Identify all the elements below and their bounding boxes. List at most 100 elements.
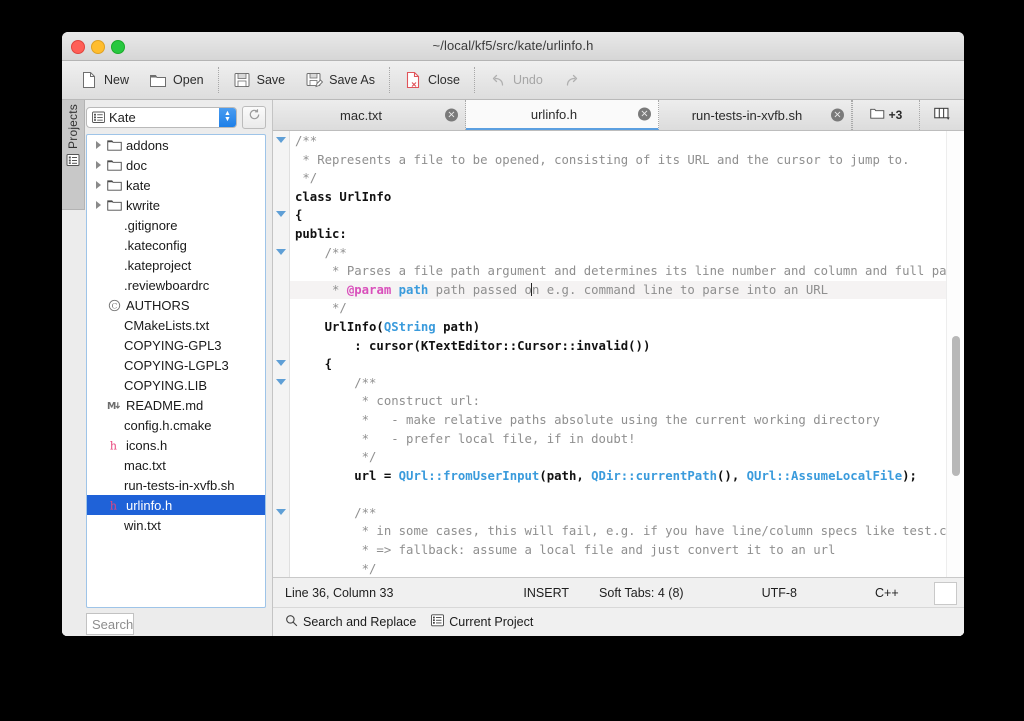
tree-item--reviewboardrc[interactable]: .reviewboardrc	[87, 275, 265, 295]
code-line[interactable]: * => fallback: assume a local file and j…	[290, 541, 964, 560]
code-line[interactable]: */	[290, 560, 964, 577]
close-icon[interactable]: ×	[638, 107, 651, 121]
split-view-button[interactable]	[919, 100, 964, 130]
document-tab-urlinfo-h[interactable]: urlinfo.h ×	[466, 100, 659, 130]
fold-marker-icon[interactable]	[276, 211, 286, 218]
encoding[interactable]: UTF-8	[762, 586, 797, 600]
tree-item-cmakelists-txt[interactable]: CMakeLists.txt	[87, 315, 265, 335]
new-button[interactable]: New	[70, 65, 139, 95]
tree-item-label: AUTHORS	[126, 297, 190, 313]
code-line[interactable]: class UrlInfo	[290, 188, 964, 207]
code-line[interactable]: : cursor(KTextEditor::Cursor::invalid())	[290, 337, 964, 356]
tree-item-kwrite[interactable]: kwrite	[87, 195, 265, 215]
save-as-button[interactable]: Save As	[295, 65, 385, 95]
svg-text:C: C	[112, 301, 118, 310]
code-line[interactable]: */	[290, 448, 964, 467]
fold-marker-icon[interactable]	[276, 137, 286, 143]
tab-overflow-button[interactable]: +3	[852, 100, 919, 130]
tree-item-config-h-cmake[interactable]: config.h.cmake	[87, 415, 265, 435]
code-line[interactable]: * construct url:	[290, 392, 964, 411]
code-line[interactable]: */	[290, 299, 964, 318]
fold-marker-icon[interactable]	[276, 378, 286, 385]
tree-item-urlinfo-h[interactable]: h urlinfo.h	[87, 495, 265, 515]
language-mode[interactable]: C++	[875, 586, 899, 600]
expand-arrow-icon[interactable]	[91, 201, 105, 209]
save-button[interactable]: Save	[223, 65, 296, 95]
code-line[interactable]: * - make relative paths absolute using t…	[290, 411, 964, 430]
kate-window: ~/local/kf5/src/kate/urlinfo.h New Open	[62, 32, 964, 636]
code-text[interactable]: /** * Represents a file to be opened, co…	[290, 131, 964, 577]
vertical-scrollbar[interactable]	[952, 131, 960, 577]
tree-item-run-tests-in-xvfb-sh[interactable]: run-tests-in-xvfb.sh	[87, 475, 265, 495]
current-project-button[interactable]: Current Project	[431, 614, 533, 630]
document-tab-mac-txt[interactable]: mac.txt ×	[273, 100, 466, 130]
code-line[interactable]: * Parses a file path argument and determ…	[290, 262, 964, 281]
sidebar-tab-projects[interactable]: Projects	[62, 100, 85, 210]
search-input[interactable]: Search	[86, 613, 135, 635]
code-line[interactable]: {	[290, 206, 964, 225]
chevron-updown-icon[interactable]: ▲ ▼	[219, 107, 236, 127]
tree-item-label: COPYING.LIB	[124, 377, 208, 393]
document-tab-run-tests-in-xvfb-sh[interactable]: run-tests-in-xvfb.sh ×	[659, 100, 852, 130]
tree-item-doc[interactable]: doc	[87, 155, 265, 175]
expand-arrow-icon[interactable]	[91, 181, 105, 189]
reload-project-button[interactable]	[242, 105, 266, 129]
svg-text:h: h	[110, 439, 117, 451]
tree-item-authors[interactable]: C AUTHORS	[87, 295, 265, 315]
tree-item--kateconfig[interactable]: .kateconfig	[87, 235, 265, 255]
close-icon[interactable]: ×	[831, 108, 844, 122]
code-line[interactable]: /**	[290, 244, 964, 263]
code-token: (path,	[539, 468, 592, 483]
status-resize-handle[interactable]	[934, 582, 957, 605]
close-button[interactable]: Close	[394, 65, 470, 95]
redo-button[interactable]	[553, 65, 597, 95]
scrollbar-thumb[interactable]	[952, 336, 960, 476]
editor-area: mac.txt × urlinfo.h × run-tests-in-xvfb.sh × +…	[272, 100, 964, 636]
project-file-tree[interactable]: addons doc kate kwrite .gitignore .kateconfig…	[86, 134, 266, 608]
tree-item--kateproject[interactable]: .kateproject	[87, 255, 265, 275]
cursor-position[interactable]: Line 36, Column 33	[285, 586, 393, 600]
undo-button[interactable]: Undo	[479, 65, 553, 95]
code-view[interactable]: /** * Represents a file to be opened, co…	[273, 131, 964, 577]
project-select[interactable]: Kate ▲ ▼	[86, 106, 237, 128]
search-and-replace-button[interactable]: Search and Replace	[285, 614, 416, 630]
code-line[interactable]: /**	[290, 504, 964, 523]
tree-item-icons-h[interactable]: h icons.h	[87, 435, 265, 455]
code-line[interactable]: * @param path path passed on e.g. comman…	[290, 280, 964, 300]
tree-item-mac-txt[interactable]: mac.txt	[87, 455, 265, 475]
fold-marker-icon[interactable]	[276, 248, 286, 255]
insert-mode[interactable]: INSERT	[523, 586, 569, 600]
close-icon[interactable]: ×	[445, 108, 458, 122]
fold-margin[interactable]	[273, 131, 290, 577]
code-line[interactable]: * Represents a file to be opened, consis…	[290, 151, 964, 170]
open-button[interactable]: Open	[139, 65, 214, 95]
fold-marker-icon[interactable]	[276, 360, 286, 367]
code-line[interactable]: public:	[290, 225, 964, 244]
tree-item-copying-lgpl3[interactable]: COPYING-LGPL3	[87, 355, 265, 375]
code-line[interactable]: url = QUrl::fromUserInput(path, QDir::cu…	[290, 467, 964, 486]
expand-arrow-icon[interactable]	[91, 161, 105, 169]
tree-item-copying-gpl3[interactable]: COPYING-GPL3	[87, 335, 265, 355]
fold-marker-icon[interactable]	[276, 509, 286, 515]
tree-item-kate[interactable]: kate	[87, 175, 265, 195]
code-token: */	[295, 301, 347, 316]
new-button-label: New	[104, 73, 130, 87]
code-line[interactable]: */	[290, 169, 964, 188]
tree-item-readme-md[interactable]: M README.md	[87, 395, 265, 415]
tree-item-addons[interactable]: addons	[87, 135, 265, 155]
code-line[interactable]: {	[290, 355, 964, 374]
code-line[interactable]: /**	[290, 374, 964, 393]
code-line[interactable]: * - prefer local file, if in doubt!	[290, 430, 964, 449]
code-line[interactable]: /**	[290, 132, 964, 151]
tree-item-win-txt[interactable]: win.txt	[87, 515, 265, 535]
tree-item-copying-lib[interactable]: COPYING.LIB	[87, 375, 265, 395]
code-token: url =	[295, 468, 399, 483]
soft-tabs[interactable]: Soft Tabs: 4 (8)	[599, 586, 684, 600]
tree-item-label: icons.h	[126, 437, 168, 453]
code-line[interactable]: * in some cases, this will fail, e.g. if…	[290, 522, 964, 541]
tree-item--gitignore[interactable]: .gitignore	[87, 215, 265, 235]
code-line[interactable]: UrlInfo(QString path)	[290, 318, 964, 337]
save-button-label: Save	[256, 73, 286, 87]
code-line[interactable]	[290, 485, 964, 504]
expand-arrow-icon[interactable]	[91, 141, 105, 149]
